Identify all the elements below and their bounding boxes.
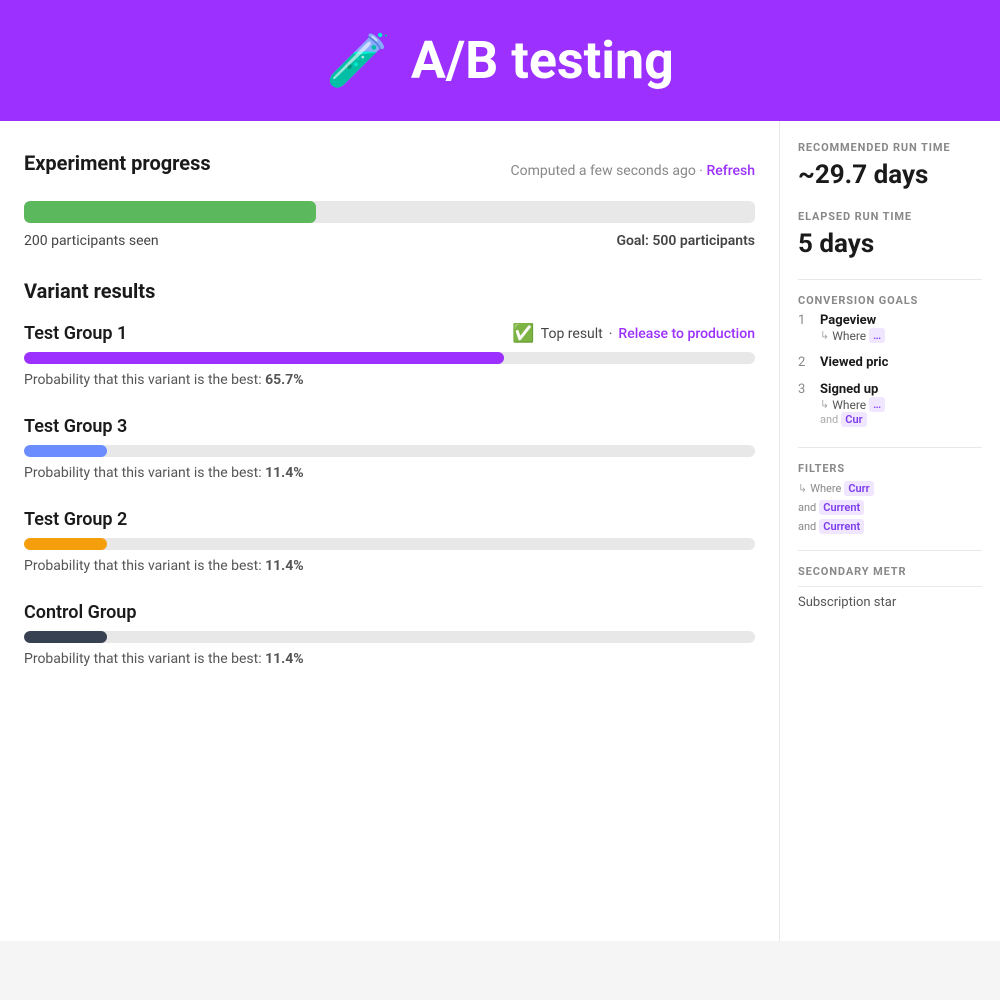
divider-1 (798, 279, 982, 280)
filter-and-2: and (798, 501, 816, 514)
variant-bar-bg-3 (24, 445, 755, 457)
recommended-run-time-label: RECOMMENDED RUN TIME (798, 141, 982, 154)
probability-text-1: Probability that this variant is the bes… (24, 372, 755, 388)
goal-item-3: 3 Signed up ↳ Where … and Cur (798, 382, 982, 427)
divider-3 (798, 550, 982, 551)
secondary-metric-item-1: Subscription star (798, 586, 982, 610)
main-container: Experiment progress Computed a few secon… (0, 121, 1000, 941)
goal-number-1: 1 (798, 313, 812, 328)
filters-label: FILTERS (798, 462, 982, 475)
checkmark-icon: ✅ (512, 323, 534, 344)
filter-value-3: Current (819, 519, 864, 534)
goal-name-2: Viewed pric (820, 355, 888, 370)
filter-where-1: Where (810, 482, 841, 495)
variant-bar-bg-control (24, 631, 755, 643)
elapsed-run-time-label: ELAPSED RUN TIME (798, 210, 982, 223)
variant-header-control: Control Group (24, 602, 755, 623)
page-header: 🧪 A/B testing (0, 0, 1000, 121)
computed-info: Computed a few seconds ago · Refresh (511, 163, 755, 179)
filter-and-3: and (798, 520, 816, 533)
goal-item-2: 2 Viewed pric (798, 355, 982, 370)
goal-number-2: 2 (798, 355, 812, 370)
goal-where-1: ↳ Where … (820, 328, 885, 343)
variant-group-control: Control Group Probability that this vari… (24, 602, 755, 667)
progress-labels: 200 participants seen Goal: 500 particip… (24, 233, 755, 249)
where-value-3: … (869, 397, 885, 412)
variant-bar-bg-2 (24, 538, 755, 550)
variant-name-control: Control Group (24, 602, 136, 623)
variant-bar-fill-2 (24, 538, 107, 550)
goal-number-3: 3 (798, 382, 812, 397)
computed-text: Computed a few seconds ago (511, 163, 696, 179)
conversion-goals-label: CONVERSION GOALS (798, 294, 982, 307)
recommended-run-time-section: RECOMMENDED RUN TIME ~29.7 days (798, 141, 982, 190)
filter-arrow-1: ↳ (798, 482, 807, 495)
filter-row-2: and Current (798, 500, 982, 515)
progress-bar-container (24, 201, 755, 223)
indent-arrow-3: ↳ (820, 398, 829, 411)
filter-row-3: and Current (798, 519, 982, 534)
filter-value-1: Curr (844, 481, 873, 496)
variant-bar-fill-control (24, 631, 107, 643)
probability-text-control: Probability that this variant is the bes… (24, 651, 755, 667)
right-panel: RECOMMENDED RUN TIME ~29.7 days ELAPSED … (780, 121, 1000, 941)
divider-2 (798, 447, 982, 448)
release-to-production-button[interactable]: Release to production (618, 326, 755, 342)
variant-results-title: Variant results (24, 279, 755, 303)
top-result-badge: ✅ Top result · Release to production (512, 323, 755, 344)
where-label-3: Where (832, 398, 866, 412)
probability-text-3: Probability that this variant is the bes… (24, 465, 755, 481)
variant-bar-bg-1 (24, 352, 755, 364)
goal-and-3: and Cur (820, 412, 885, 427)
recommended-run-time-value: ~29.7 days (798, 160, 982, 190)
goal-name-1: Pageview (820, 313, 885, 328)
variant-name-2: Test Group 2 (24, 509, 127, 530)
left-panel: Experiment progress Computed a few secon… (0, 121, 780, 941)
variant-name-1: Test Group 1 (24, 323, 127, 344)
filters-section: FILTERS ↳ Where Curr and Current and Cur… (798, 462, 982, 534)
progress-bar-fill (24, 201, 316, 223)
goal-name-3: Signed up (820, 382, 885, 397)
variant-group-1: Test Group 1 ✅ Top result · Release to p… (24, 323, 755, 388)
variant-header-3: Test Group 3 (24, 416, 755, 437)
variant-header-2: Test Group 2 (24, 509, 755, 530)
probability-text-2: Probability that this variant is the bes… (24, 558, 755, 574)
goal-item-1: 1 Pageview ↳ Where … (798, 313, 982, 343)
page-title: A/B testing (411, 30, 674, 91)
goal-where-3: ↳ Where … (820, 397, 885, 412)
variant-group-2: Test Group 2 Probability that this varia… (24, 509, 755, 574)
and-value-3: Cur (841, 412, 866, 427)
variant-header-1: Test Group 1 ✅ Top result · Release to p… (24, 323, 755, 344)
secondary-metrics-section: SECONDARY METR Subscription star (798, 565, 982, 610)
progress-meta: Experiment progress Computed a few secon… (24, 151, 755, 191)
secondary-metrics-label: SECONDARY METR (798, 565, 982, 578)
elapsed-run-time-section: ELAPSED RUN TIME 5 days (798, 210, 982, 259)
elapsed-run-time-value: 5 days (798, 229, 982, 259)
where-label-1: Where (832, 329, 866, 343)
variant-bar-fill-3 (24, 445, 107, 457)
lab-icon: 🧪 (326, 30, 391, 91)
and-label-3: and (820, 413, 838, 426)
participants-seen: 200 participants seen (24, 233, 159, 249)
variant-group-3: Test Group 3 Probability that this varia… (24, 416, 755, 481)
variant-bar-fill-1 (24, 352, 504, 364)
filter-value-2: Current (819, 500, 864, 515)
conversion-goal-list: 1 Pageview ↳ Where … 2 Viewed pric (798, 313, 982, 427)
indent-arrow-1: ↳ (820, 329, 829, 342)
goal-label: Goal: 500 participants (616, 233, 755, 249)
refresh-button[interactable]: Refresh (706, 163, 755, 179)
top-result-label: Top result (541, 326, 603, 342)
experiment-progress-title: Experiment progress (24, 151, 211, 175)
conversion-goals-section: CONVERSION GOALS 1 Pageview ↳ Where … 2 (798, 294, 982, 427)
filter-row-1: ↳ Where Curr (798, 481, 982, 496)
where-value-1: … (869, 328, 885, 343)
variant-name-3: Test Group 3 (24, 416, 127, 437)
